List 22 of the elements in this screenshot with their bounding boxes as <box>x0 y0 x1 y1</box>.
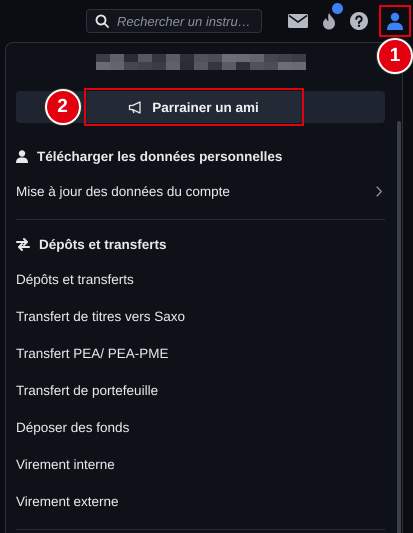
highlight-frame <box>379 5 411 37</box>
menu-item[interactable]: Transfert de titres vers Saxo <box>16 298 385 335</box>
scrollbar[interactable] <box>397 121 401 533</box>
menu-item[interactable]: Déposer des fonds <box>16 409 385 446</box>
menu-item[interactable]: Virement interne <box>16 446 385 483</box>
referral-button[interactable]: Parrainer un ami <box>86 91 300 123</box>
profile-icon[interactable] <box>386 12 404 30</box>
person-icon <box>16 150 28 162</box>
menu-item[interactable]: Transfert de portefeuille <box>16 372 385 409</box>
section-heading[interactable]: Télécharger les données personnelles <box>37 148 282 164</box>
transfer-icon <box>16 238 30 250</box>
menu-item[interactable]: Transfert PEA/ PEA-PME <box>16 335 385 372</box>
search-field[interactable]: Rechercher un instru… <box>86 9 262 33</box>
mail-icon[interactable] <box>288 14 308 28</box>
megaphone-icon <box>128 100 144 114</box>
help-icon[interactable] <box>350 12 368 30</box>
flame-icon[interactable] <box>322 12 336 30</box>
section-heading[interactable]: Dépôts et transferts <box>39 236 167 252</box>
step-number-badge: 1 <box>377 38 413 74</box>
menu-item[interactable]: Virement externe <box>16 483 385 520</box>
menu-item[interactable]: Dépôts et transferts <box>16 261 385 298</box>
menu-item[interactable]: Mise à jour des données du compte <box>16 173 385 210</box>
